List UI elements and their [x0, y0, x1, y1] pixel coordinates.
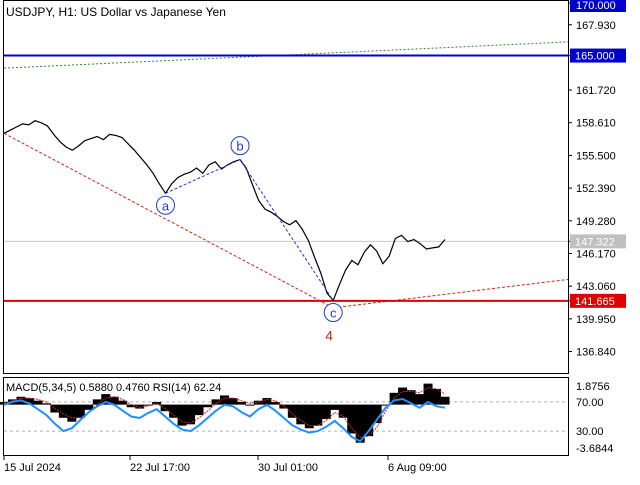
current-price-label: 147.322	[575, 236, 615, 248]
y-tick-label: 155.500	[576, 150, 616, 162]
y-tick-label: 158.610	[576, 118, 616, 130]
y-tick-label: 146.170	[576, 248, 616, 260]
wave-b-label: b	[236, 139, 243, 154]
y-tick-label: 149.280	[576, 216, 616, 228]
macd-histogram-bar	[440, 396, 450, 405]
y-tick-label: 152.390	[576, 183, 616, 195]
macd-histogram-bar	[398, 387, 408, 405]
macd-tick-label: 1.8756	[576, 381, 610, 393]
chart-title: USDJPY, H1: US Dollar vs Japanese Yen	[6, 5, 226, 19]
macd-histogram-bar	[330, 404, 340, 410]
macd-histogram-bar	[338, 404, 348, 418]
x-tick-label: 30 Jul 01:00	[258, 462, 318, 474]
wave-c-label: c	[330, 305, 337, 320]
macd-histogram-bar	[304, 404, 314, 429]
y-tick-label: 167.930	[576, 20, 616, 32]
macd-histogram-bar	[160, 404, 170, 412]
macd-histogram-bar	[236, 401, 246, 405]
macd-histogram-bar	[321, 404, 331, 420]
wave-a-label: a	[162, 198, 170, 213]
macd-histogram-bar	[169, 404, 179, 418]
macd-histogram-bar	[33, 400, 43, 405]
macd-histogram-bar	[245, 404, 255, 406]
x-tick-label: 22 Jul 17:00	[130, 462, 190, 474]
macd-histogram-bar	[313, 404, 323, 426]
macd-histogram-bar	[203, 404, 213, 408]
macd-histogram-bar	[41, 403, 51, 405]
macd-histogram-bar	[194, 404, 204, 416]
y-tick-label: 136.840	[576, 347, 616, 359]
rsi-tick-label: 70.00	[576, 397, 604, 409]
y-tick-label: 170.000	[576, 0, 616, 12]
macd-histogram-bar	[67, 404, 77, 422]
chart-window[interactable]: a b c 4 170.000 167.930 165.000 161.720 158.610…	[0, 0, 640, 480]
rsi-tick-label: 30.00	[576, 426, 604, 438]
y-tick-label: 139.950	[576, 314, 616, 326]
price-chart-svg[interactable]: a b c 4 170.000 167.930 165.000 161.720 158.610…	[0, 0, 640, 480]
macd-histogram-bar	[415, 394, 425, 405]
macd-histogram-bar	[347, 404, 357, 434]
y-tick-label: 143.060	[576, 281, 616, 293]
macd-histogram-bar	[279, 404, 289, 409]
indicator-caption: MACD(5,34,5) 0.5880 0.4760 RSI(14) 62.24	[6, 382, 221, 394]
macd-histogram-bar	[58, 404, 68, 418]
x-tick-label: 6 Aug 09:00	[388, 462, 447, 474]
level-price-label: 165.000	[575, 51, 615, 63]
macd-histogram-bar	[296, 404, 306, 425]
level-price-label: 141.665	[575, 296, 615, 308]
x-tick-label: 15 Jul 2024	[4, 462, 61, 474]
macd-tick-label: -3.6844	[576, 443, 613, 455]
wave-4-label: 4	[325, 327, 333, 343]
y-tick-label: 161.720	[576, 85, 616, 97]
